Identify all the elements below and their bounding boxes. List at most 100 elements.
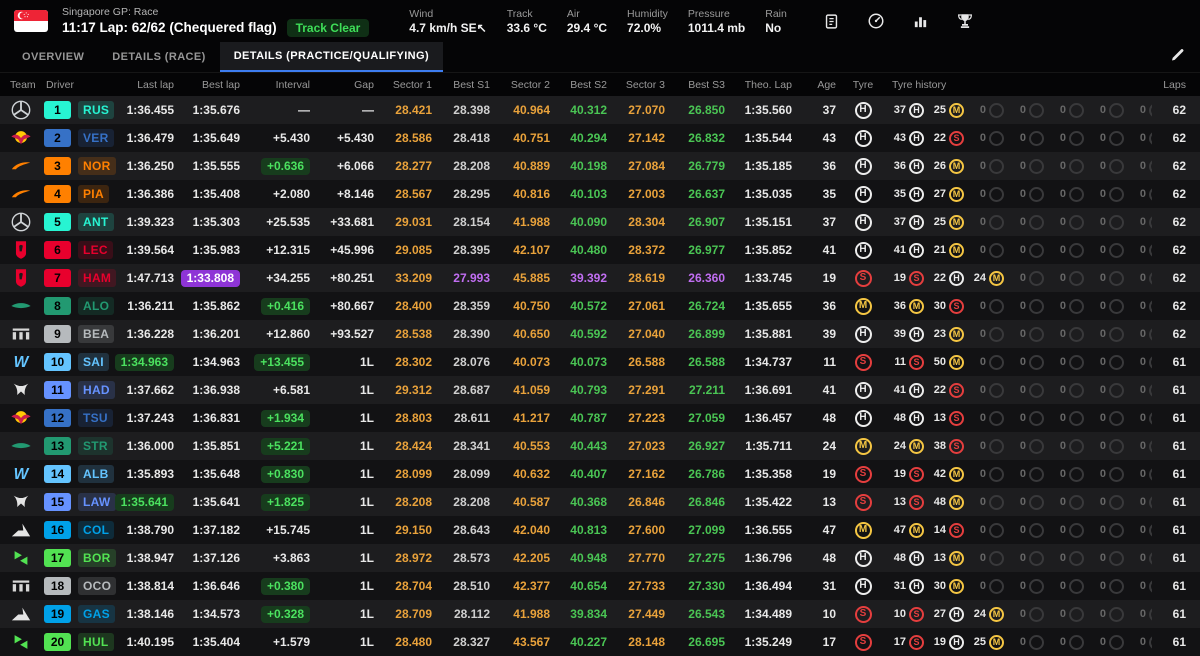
position-cell: 6 — [44, 241, 74, 259]
stint-laps: 11 — [894, 356, 906, 368]
weather-rain: Rain No — [765, 8, 787, 35]
driver-row-sai[interactable]: W 10 SAI 1:34.963 1:34.963 +13.455 1L 28.302 28.… — [0, 348, 1200, 376]
weather-value: 72.0% — [627, 20, 662, 35]
driver-row-oco[interactable]: 18 OCO 1:38.814 1:36.646 +0.380 1L 28.704 28.51… — [0, 572, 1200, 600]
stint-laps: 0 — [979, 384, 986, 396]
stint-laps: 0 — [1099, 300, 1106, 312]
tyre-empty-icon — [1069, 270, 1084, 286]
driver-row-rus[interactable]: 1 RUS 1:36.455 1:35.676 — — 28.421 28.398 40.964… — [0, 96, 1200, 124]
driver-row-bor[interactable]: 17 BOR 1:38.947 1:37.126 +3.863 1L 28.972 28.57… — [0, 544, 1200, 572]
tyre-h-icon: H — [854, 241, 872, 259]
gap: 1L — [359, 411, 374, 425]
tyre-empty-icon — [1109, 186, 1124, 202]
stint-laps: 0 — [1139, 384, 1146, 396]
driver-row-str[interactable]: 13 STR 1:36.000 1:35.851 +5.221 1L 28.424 28.34… — [0, 432, 1200, 460]
column-header-best-s1: Best S1 — [453, 78, 490, 91]
stint-laps: 0 — [1059, 300, 1066, 312]
weather-label: Rain — [765, 7, 787, 20]
theoretical-lap: 1:35.151 — [744, 215, 792, 229]
tyre-stint: 0 — [1052, 522, 1084, 538]
stint-laps: 0 — [1139, 440, 1146, 452]
driver-row-hul[interactable]: 20 HUL 1:40.195 1:35.404 +1.579 1L 28.480 28.32… — [0, 628, 1200, 656]
tyre-age: 37 — [822, 103, 836, 117]
tyre-empty-icon — [989, 410, 1004, 426]
stint-laps: 0 — [1019, 384, 1026, 396]
driver-row-alo[interactable]: 8 ALO 1:36.211 1:35.862 +0.416 +80.667 28.400 2… — [0, 292, 1200, 320]
interval: +5.221 — [246, 437, 316, 455]
stint-laps: 0 — [1099, 384, 1106, 396]
tyre-empty-icon — [989, 438, 1004, 454]
laps-count: 62 — [1172, 131, 1186, 145]
tyre-empty-icon — [1069, 214, 1084, 230]
stint-laps: 0 — [979, 188, 986, 200]
tab-details-practice-qualifying[interactable]: DETAILS (PRACTICE/QUALIFYING) — [219, 42, 444, 72]
tyre-m-icon: M — [949, 466, 964, 482]
best-s2-time: 40.787 — [570, 411, 607, 425]
tab-overview[interactable]: OVERVIEW — [8, 42, 98, 72]
edit-icon[interactable] — [1170, 47, 1186, 68]
driver-row-ham[interactable]: 7 HAM 1:47.713 1:33.808 +34.255 +80.251 33.209… — [0, 264, 1200, 292]
position-badge: 4 — [44, 185, 71, 203]
mclaren-logo-icon — [8, 183, 44, 205]
tyre-stint: 0 — [1052, 354, 1084, 370]
app-root: Singapore GP: Race 11:17 Lap: 62/62 (Che… — [0, 0, 1200, 656]
driver-row-nor[interactable]: 3 NOR 1:36.250 1:35.555 +0.636 +6.066 28.277 28… — [0, 152, 1200, 180]
driver-row-had[interactable]: 11 HAD 1:37.662 1:36.938 +6.581 1L 29.312 28.68… — [0, 376, 1200, 404]
column-header-best-lap: Best lap — [202, 78, 240, 91]
tyre-stint: 0 — [1012, 214, 1044, 230]
sector3-time: 27.600 — [628, 523, 665, 537]
stint-laps: 0 — [979, 524, 986, 536]
driver-cell: GAS — [74, 605, 124, 623]
driver-row-gas[interactable]: 19 GAS 1:38.146 1:34.573 +0.328 1L 28.709 28.11… — [0, 600, 1200, 628]
position-badge: 19 — [44, 605, 71, 623]
stint-laps: 0 — [1139, 300, 1146, 312]
tyre-stint: 22 H — [932, 270, 964, 286]
position-cell: 20 — [44, 633, 74, 651]
tyre-stint: 0 — [1012, 494, 1044, 510]
gauge-icon[interactable] — [867, 12, 885, 30]
stint-laps: 0 — [1099, 132, 1106, 144]
driver-row-ant[interactable]: 5 ANT 1:39.323 1:35.303 +25.535 +33.681 29.031… — [0, 208, 1200, 236]
position-cell: 4 — [44, 185, 74, 203]
driver-code: STR — [78, 437, 113, 455]
driver-code: HAD — [78, 381, 115, 399]
best-s1-time: 28.643 — [453, 523, 490, 537]
sauber-logo-icon — [8, 631, 44, 653]
tyre-empty-icon — [1109, 354, 1124, 370]
tyre-empty-icon — [989, 130, 1004, 146]
sector3-time: 27.084 — [628, 159, 665, 173]
last-lap: 1:39.323 — [126, 215, 174, 229]
sector2-time: 40.587 — [513, 495, 550, 509]
stint-laps: 0 — [1099, 552, 1106, 564]
column-header-sector-3: Sector 3 — [625, 78, 665, 91]
best-s3-time: 26.779 — [688, 159, 725, 173]
trophy-icon[interactable] — [956, 12, 974, 30]
tyre-stint: 0 — [1092, 466, 1124, 482]
driver-row-tsu[interactable]: 12 TSU 1:37.243 1:36.831 +1.934 1L 28.803 28.61… — [0, 404, 1200, 432]
chart-icon[interactable] — [912, 13, 929, 30]
tab-details-race[interactable]: DETAILS (RACE) — [98, 42, 219, 72]
driver-row-pia[interactable]: 4 PIA 1:36.386 1:35.408 +2.080 +8.146 28.567 28… — [0, 180, 1200, 208]
stint-laps: 0 — [1099, 356, 1106, 368]
driver-row-col[interactable]: 16 COL 1:38.790 1:37.182 +15.745 1L 29.150 28.6… — [0, 516, 1200, 544]
tyre-empty-icon — [1069, 466, 1084, 482]
driver-row-ver[interactable]: 2 VER 1:36.479 1:35.649 +5.430 +5.430 28.586 28… — [0, 124, 1200, 152]
driver-row-bea[interactable]: 9 BEA 1:36.228 1:36.201 +12.860 +93.527 28.538… — [0, 320, 1200, 348]
sector3-time: 27.223 — [628, 411, 665, 425]
tyre-empty-icon — [1109, 550, 1124, 566]
driver-cell: BOR — [74, 549, 124, 567]
driver-row-lec[interactable]: 6 LEC 1:39.564 1:35.983 +12.315 +45.996 29.085… — [0, 236, 1200, 264]
tyre-stint: 0 — [1092, 214, 1124, 230]
driver-row-law[interactable]: 15 LAW 1:35.641 1:35.641 +1.825 1L 28.208 28.20… — [0, 488, 1200, 516]
driver-row-alb[interactable]: W 14 ALB 1:35.893 1:35.648 +0.830 1L 28.099 28.0… — [0, 460, 1200, 488]
stint-laps: 0 — [1059, 552, 1066, 564]
tyre-age: 19 — [822, 467, 836, 481]
tyre-stint: 0 — [1052, 214, 1084, 230]
report-icon[interactable] — [823, 13, 840, 30]
position-badge: 6 — [44, 241, 71, 259]
current-tyre: S — [842, 633, 884, 651]
best-s2-time: 40.198 — [570, 159, 607, 173]
stint-laps: 0 — [979, 216, 986, 228]
tyre-empty-icon — [989, 466, 1004, 482]
best-lap: 1:35.404 — [192, 635, 240, 649]
